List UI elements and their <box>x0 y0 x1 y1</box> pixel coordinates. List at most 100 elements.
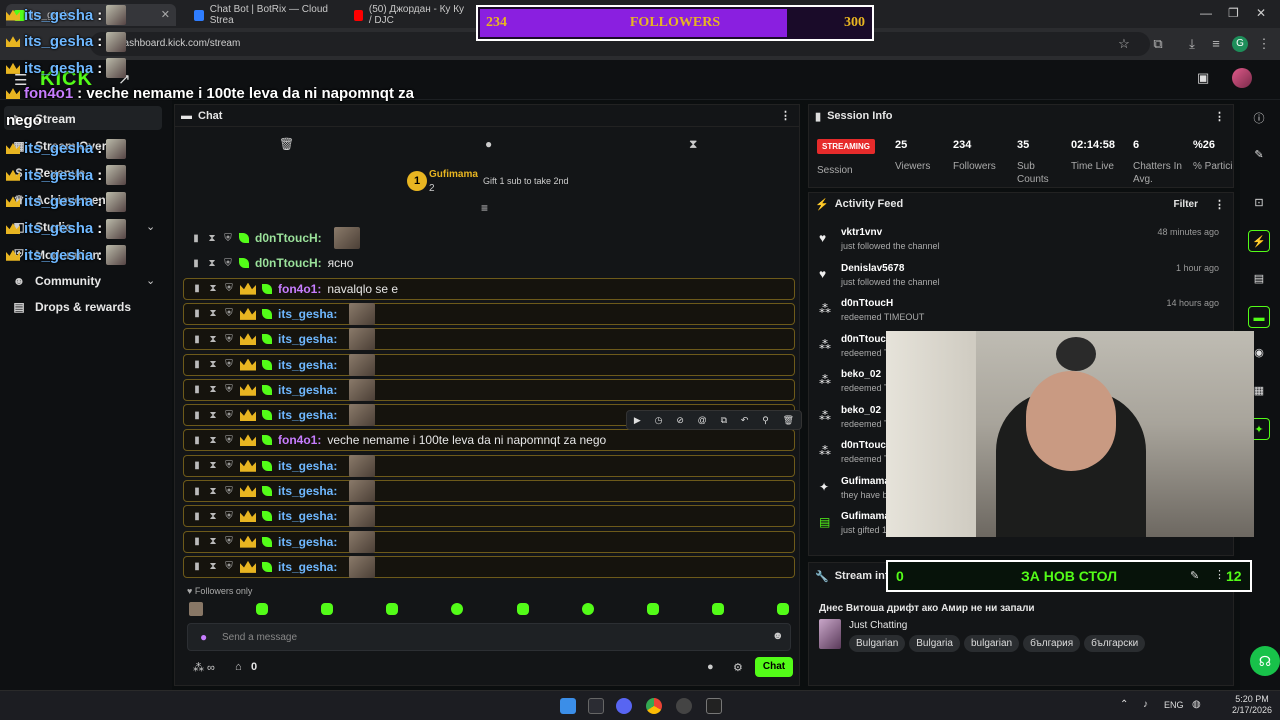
shield-icon[interactable]: ⛨ <box>224 359 234 370</box>
chat-username[interactable]: its_gesha: <box>278 484 337 498</box>
emote-icon[interactable] <box>516 603 529 615</box>
copy-icon[interactable]: ⧉ <box>721 415 727 426</box>
activity-item[interactable]: ♥ vktr1vnv just followed the channel 48 min… <box>819 227 1225 261</box>
shield-icon[interactable]: ⛨ <box>224 460 234 471</box>
gift-sub-prompt[interactable]: Gift 1 sub to take 2nd <box>483 176 569 186</box>
delete-icon[interactable]: 🗑 <box>783 415 794 426</box>
trash-icon[interactable]: ▮ <box>192 308 202 319</box>
trash-icon[interactable]: ▮ <box>192 283 202 294</box>
extensions-icon[interactable]: ⧉ <box>1150 36 1166 52</box>
trash-icon[interactable]: ▮ <box>192 536 202 547</box>
edit-icon[interactable]: ✎ <box>1190 569 1199 582</box>
trash-icon[interactable]: ▮ <box>192 384 202 395</box>
shield-icon[interactable]: ⛨ <box>223 233 233 244</box>
shield-icon[interactable]: ⛨ <box>223 258 233 269</box>
chat-message-row[interactable]: ▮ ⧗ ⛨ its_gesha: <box>183 505 795 528</box>
support-headset-icon[interactable]: ☊ <box>1250 646 1280 676</box>
chat-username[interactable]: its_gesha: <box>278 383 337 397</box>
chat-message-row[interactable]: ▮ ⧗ ⛨ its_gesha: <box>183 555 795 578</box>
hourglass-icon[interactable]: ⧗ <box>208 536 218 547</box>
close-window-icon[interactable]: ✕ <box>1256 6 1266 20</box>
shield-icon[interactable]: ⛨ <box>224 435 234 446</box>
pin-icon[interactable]: ⚲ <box>762 415 769 426</box>
hourglass-icon[interactable]: ⧗ <box>208 384 218 395</box>
tag[interactable]: българия <box>1023 635 1081 652</box>
chat-input-box[interactable]: ● Send a message ☻ <box>187 623 791 651</box>
chat-message-row[interactable]: ▮ ⧗ ⛨ its_gesha: <box>183 530 795 553</box>
chat-message-row[interactable]: ▮ ⧗ ⛨ fon4o1: veche nemame i 100te leva da n… <box>183 429 795 452</box>
activity-username[interactable]: Gufimama <box>841 511 890 522</box>
chat-username[interactable]: its_gesha: <box>278 459 337 473</box>
obs-icon[interactable] <box>676 698 692 714</box>
maximize-window-icon[interactable]: ❐ <box>1228 6 1239 20</box>
points-store-icon[interactable]: ⌂ <box>235 661 242 673</box>
hourglass-icon[interactable]: ⧗ <box>208 308 218 319</box>
tag[interactable]: bulgarian <box>963 635 1020 652</box>
chat-bubble-icon[interactable]: ● <box>485 137 492 151</box>
mute-icon[interactable]: ⊘ <box>676 415 684 426</box>
emote-icon[interactable] <box>776 603 789 615</box>
activity-item[interactable]: ♥ Denislav5678 just followed the channel 1 … <box>819 263 1225 297</box>
activity-username[interactable]: vktr1vnv <box>841 227 882 238</box>
shield-icon[interactable]: ⛨ <box>224 536 234 547</box>
chat-message-row[interactable]: ▮ ⧗ ⛨ d0nTtoucH: ясно <box>183 252 795 274</box>
gear-icon[interactable]: ⚙ <box>733 661 743 674</box>
emote-icon[interactable] <box>386 603 399 615</box>
hourglass-icon[interactable]: ⧗ <box>208 359 218 370</box>
chat-message-row[interactable]: ▮ ⧗ ⛨ its_gesha: <box>183 454 795 477</box>
shield-icon[interactable]: ⛨ <box>224 283 234 294</box>
close-tab-icon[interactable]: ✕ <box>161 8 170 21</box>
minimize-window-icon[interactable]: — <box>1200 6 1212 20</box>
send-chat-button[interactable]: Chat <box>755 657 793 677</box>
screenshot-icon[interactable]: ⊡ <box>1248 192 1270 214</box>
emote-icon[interactable] <box>646 603 659 615</box>
emoji-icon[interactable]: ☻ <box>772 630 784 642</box>
chevron-down-icon[interactable]: ⌄ <box>146 220 155 233</box>
trash-icon[interactable]: ▮ <box>191 233 201 244</box>
chat-message-row[interactable]: ▮ ⧗ ⛨ its_gesha: <box>183 480 795 502</box>
download-icon[interactable]: ⤓ <box>1184 36 1200 52</box>
shield-icon[interactable]: ⛨ <box>224 486 234 497</box>
activity-username[interactable]: beko_02 <box>841 405 881 416</box>
clock-icon[interactable]: ◷ <box>655 415 663 426</box>
chat-message-row[interactable]: ▮ ⧗ ⛨ its_gesha: <box>183 302 795 325</box>
hourglass-icon[interactable]: ⧗ <box>208 283 218 294</box>
trash-icon[interactable]: ▮ <box>192 460 202 471</box>
hourglass-icon[interactable]: ⧗ <box>208 435 218 446</box>
emote-icon[interactable] <box>711 603 724 615</box>
chat-username[interactable]: its_gesha: <box>278 535 337 549</box>
browser-tab-youtube[interactable]: (50) Джордан - Ку Ку / DJC <box>346 4 476 26</box>
user-avatar[interactable] <box>1232 68 1252 88</box>
undo-icon[interactable]: ↶ <box>741 415 749 426</box>
hourglass-icon[interactable]: ⧗ <box>207 258 217 269</box>
trash-icon[interactable]: ▮ <box>192 435 202 446</box>
microphone-icon[interactable]: ● <box>200 630 207 644</box>
chat-username[interactable]: its_gesha: <box>278 408 337 422</box>
emote-icon[interactable] <box>451 603 464 615</box>
chevron-down-icon[interactable]: ⌄ <box>146 274 155 287</box>
chat-bubble-icon[interactable]: ● <box>707 661 714 673</box>
chat-message-row[interactable]: ▮ ⧗ ⛨ fon4o1: navalqlo se e <box>183 277 795 300</box>
emote-icon[interactable] <box>256 603 269 615</box>
chat-username[interactable]: its_gesha: <box>278 509 337 523</box>
filter-button[interactable]: Filter <box>1174 199 1198 210</box>
hourglass-icon[interactable]: ⧗ <box>208 410 218 421</box>
microphone-icon[interactable]: ♪ <box>1143 699 1148 710</box>
browser-tab-botrix[interactable]: Chat Bot | BotRix — Cloud Strea <box>186 4 346 26</box>
windows-start-icon[interactable] <box>560 698 576 714</box>
epic-games-icon[interactable] <box>706 698 722 714</box>
trash-icon[interactable]: ▮ <box>192 511 202 522</box>
activity-item[interactable]: ⁂ d0nTtoucH redeemed TIMEOUT 14 hours ago <box>819 298 1225 332</box>
trash-icon[interactable]: 🗑 <box>279 137 294 151</box>
chat-username[interactable]: d0nTtoucH: <box>255 231 322 245</box>
shield-icon[interactable]: ⛨ <box>224 384 234 395</box>
chat-username[interactable]: fon4o1: <box>278 282 321 296</box>
chat-message-row[interactable]: ▮ ⧗ ⛨ d0nTtoucH: <box>183 227 795 249</box>
activity-username[interactable]: d0nTtoucH <box>841 298 893 309</box>
emote-icon[interactable] <box>321 603 334 615</box>
sidebar-item-community[interactable]: ☻ Community <box>12 274 101 288</box>
discord-icon[interactable] <box>616 698 632 714</box>
tag[interactable]: български <box>1084 635 1146 652</box>
trash-icon[interactable]: ▮ <box>192 359 202 370</box>
hourglass-icon[interactable]: ⧗ <box>208 511 218 522</box>
